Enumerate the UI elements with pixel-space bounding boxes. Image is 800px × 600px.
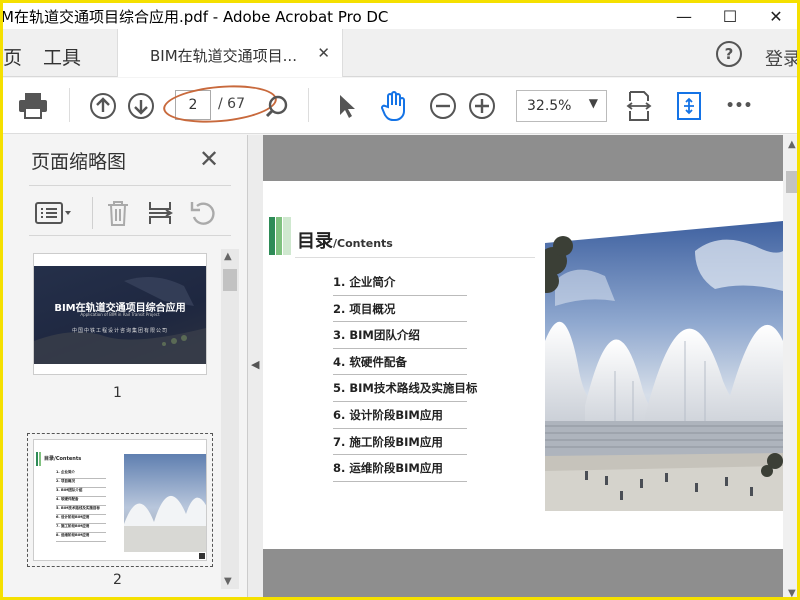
full-screen-icon[interactable] bbox=[673, 90, 705, 122]
thumbnail-toc-item: 8. 运维阶段BIM应用 bbox=[56, 533, 106, 542]
zoom-in-icon[interactable] bbox=[466, 90, 498, 122]
thumbnail-toc-item: 2. 项目概况 bbox=[56, 479, 106, 488]
thumbnail-toc-item: 3. BIM团队介绍 bbox=[56, 488, 106, 497]
maximize-icon: ☐ bbox=[722, 6, 738, 26]
title-bar: M在轨道交通项目综合应用.pdf - Adobe Acrobat Pro DC … bbox=[1, 3, 797, 29]
rotate-page-icon[interactable] bbox=[189, 199, 217, 231]
tab-document[interactable]: BIM在轨道交通项目... ✕ bbox=[117, 29, 343, 77]
toolbar: 2 / 67 32.5% ▼ ••• bbox=[3, 78, 797, 134]
collapse-arrow-icon[interactable]: ◀ bbox=[251, 358, 259, 371]
thumbnail-tools bbox=[29, 193, 229, 233]
toc-item: 1. 企业简介 bbox=[333, 269, 467, 296]
app-window: M在轨道交通项目综合应用.pdf - Adobe Acrobat Pro DC … bbox=[0, 0, 800, 600]
close-tab-icon[interactable]: ✕ bbox=[317, 44, 330, 62]
minimize-button[interactable]: — bbox=[661, 3, 707, 29]
close-icon: ✕ bbox=[769, 6, 783, 26]
toc-item: 4. 软硬件配备 bbox=[333, 349, 467, 376]
close-button[interactable]: ✕ bbox=[753, 3, 797, 29]
thumbnail-toc-item: 5. BIM技术路线及实施目标 bbox=[56, 506, 106, 515]
toc-item: 7. 施工阶段BIM应用 bbox=[333, 429, 467, 456]
toc-item: 2. 项目概况 bbox=[333, 296, 467, 323]
page-thumbnails-panel: 页面缩略图 ✕ BIM在轨道交通项目综合应用 Application of BI… bbox=[3, 135, 248, 597]
heading-subtitle: /Contents bbox=[333, 237, 393, 250]
thumbnail-toc-item: 1. 企业简介 bbox=[56, 470, 106, 479]
login-button[interactable]: 登录 bbox=[765, 45, 797, 71]
thumbnail-options-icon[interactable] bbox=[35, 201, 73, 229]
zoom-search-icon[interactable] bbox=[261, 90, 293, 122]
architecture-photo bbox=[545, 221, 783, 511]
chevron-down-icon: ▼ bbox=[588, 96, 598, 110]
document-view: 目录/Contents 1. 企业简介 2. 项目概况 3. BIM团队介绍 4. 软… bbox=[263, 135, 783, 597]
select-tool-icon[interactable] bbox=[331, 90, 363, 122]
page-thumbnail-2[interactable]: 目录/Contents 1. 企业简介 2. 项目概况 3. BIM团队介绍 4. 软… bbox=[33, 439, 207, 561]
delete-page-icon[interactable] bbox=[105, 199, 131, 231]
next-page-icon[interactable] bbox=[125, 90, 157, 122]
thumbnail-number-2: 2 bbox=[113, 572, 122, 588]
panel-title: 页面缩略图 bbox=[31, 151, 127, 173]
toc-item: 6. 设计阶段BIM应用 bbox=[333, 402, 467, 429]
document-scrollbar[interactable]: ▲ ▼ bbox=[783, 135, 797, 597]
page-heading: 目录/Contents bbox=[297, 227, 393, 253]
zoom-value: 32.5% bbox=[527, 98, 572, 114]
panel-close-icon[interactable]: ✕ bbox=[199, 145, 219, 173]
thumbnail-toc-item: 4. 软硬件配备 bbox=[56, 497, 106, 506]
insert-page-icon[interactable] bbox=[147, 199, 173, 231]
tab-home[interactable]: 页 bbox=[3, 43, 22, 70]
print-icon[interactable] bbox=[17, 90, 49, 122]
thumbnail-subtitle: Application of BIM in Rail Transit Proje… bbox=[80, 312, 160, 317]
maximize-button[interactable]: ☐ bbox=[707, 3, 753, 29]
zoom-select[interactable]: 32.5% ▼ bbox=[516, 90, 607, 122]
thumbnail-scrollbar[interactable]: ▲ ▼ bbox=[221, 249, 239, 589]
page-thumbnail-1[interactable]: BIM在轨道交通项目综合应用 Application of BIM in Rai… bbox=[33, 253, 207, 375]
window-title: M在轨道交通项目综合应用.pdf - Adobe Acrobat Pro DC bbox=[1, 8, 389, 26]
tab-bar: 页 工具 BIM在轨道交通项目... ✕ ? 登录 bbox=[3, 29, 797, 77]
thumbnail-toc-item: 6. 设计阶段BIM应用 bbox=[56, 515, 106, 524]
thumbnail-toc-item: 7. 施工阶段BIM应用 bbox=[56, 524, 106, 533]
help-icon[interactable]: ? bbox=[716, 41, 742, 67]
previous-page-icon[interactable] bbox=[87, 90, 119, 122]
pdf-page: 目录/Contents 1. 企业简介 2. 项目概况 3. BIM团队介绍 4. 软… bbox=[263, 181, 783, 549]
zoom-out-icon[interactable] bbox=[427, 90, 459, 122]
toc-item: 3. BIM团队介绍 bbox=[333, 322, 467, 349]
toc-item: 8. 运维阶段BIM应用 bbox=[333, 455, 467, 482]
thumbnail-company: 中国中铁工程设计咨询集团有限公司 bbox=[71, 328, 168, 334]
hand-tool-icon[interactable] bbox=[377, 90, 409, 122]
more-options-icon[interactable]: ••• bbox=[723, 90, 755, 122]
thumbnail-number-1: 1 bbox=[113, 385, 122, 401]
fit-page-icon[interactable] bbox=[623, 90, 655, 122]
tab-tools[interactable]: 工具 bbox=[43, 43, 81, 70]
toc-item: 5. BIM技术路线及实施目标 bbox=[333, 375, 477, 402]
minimize-icon: — bbox=[676, 6, 692, 26]
heading-text: 目录 bbox=[297, 231, 333, 252]
panel-splitter[interactable]: ◀ bbox=[248, 135, 263, 597]
table-of-contents: 1. 企业简介 2. 项目概况 3. BIM团队介绍 4. 软硬件配备 5. BIM技术… bbox=[333, 269, 477, 482]
document-tab-label: BIM在轨道交通项目... bbox=[150, 47, 297, 65]
